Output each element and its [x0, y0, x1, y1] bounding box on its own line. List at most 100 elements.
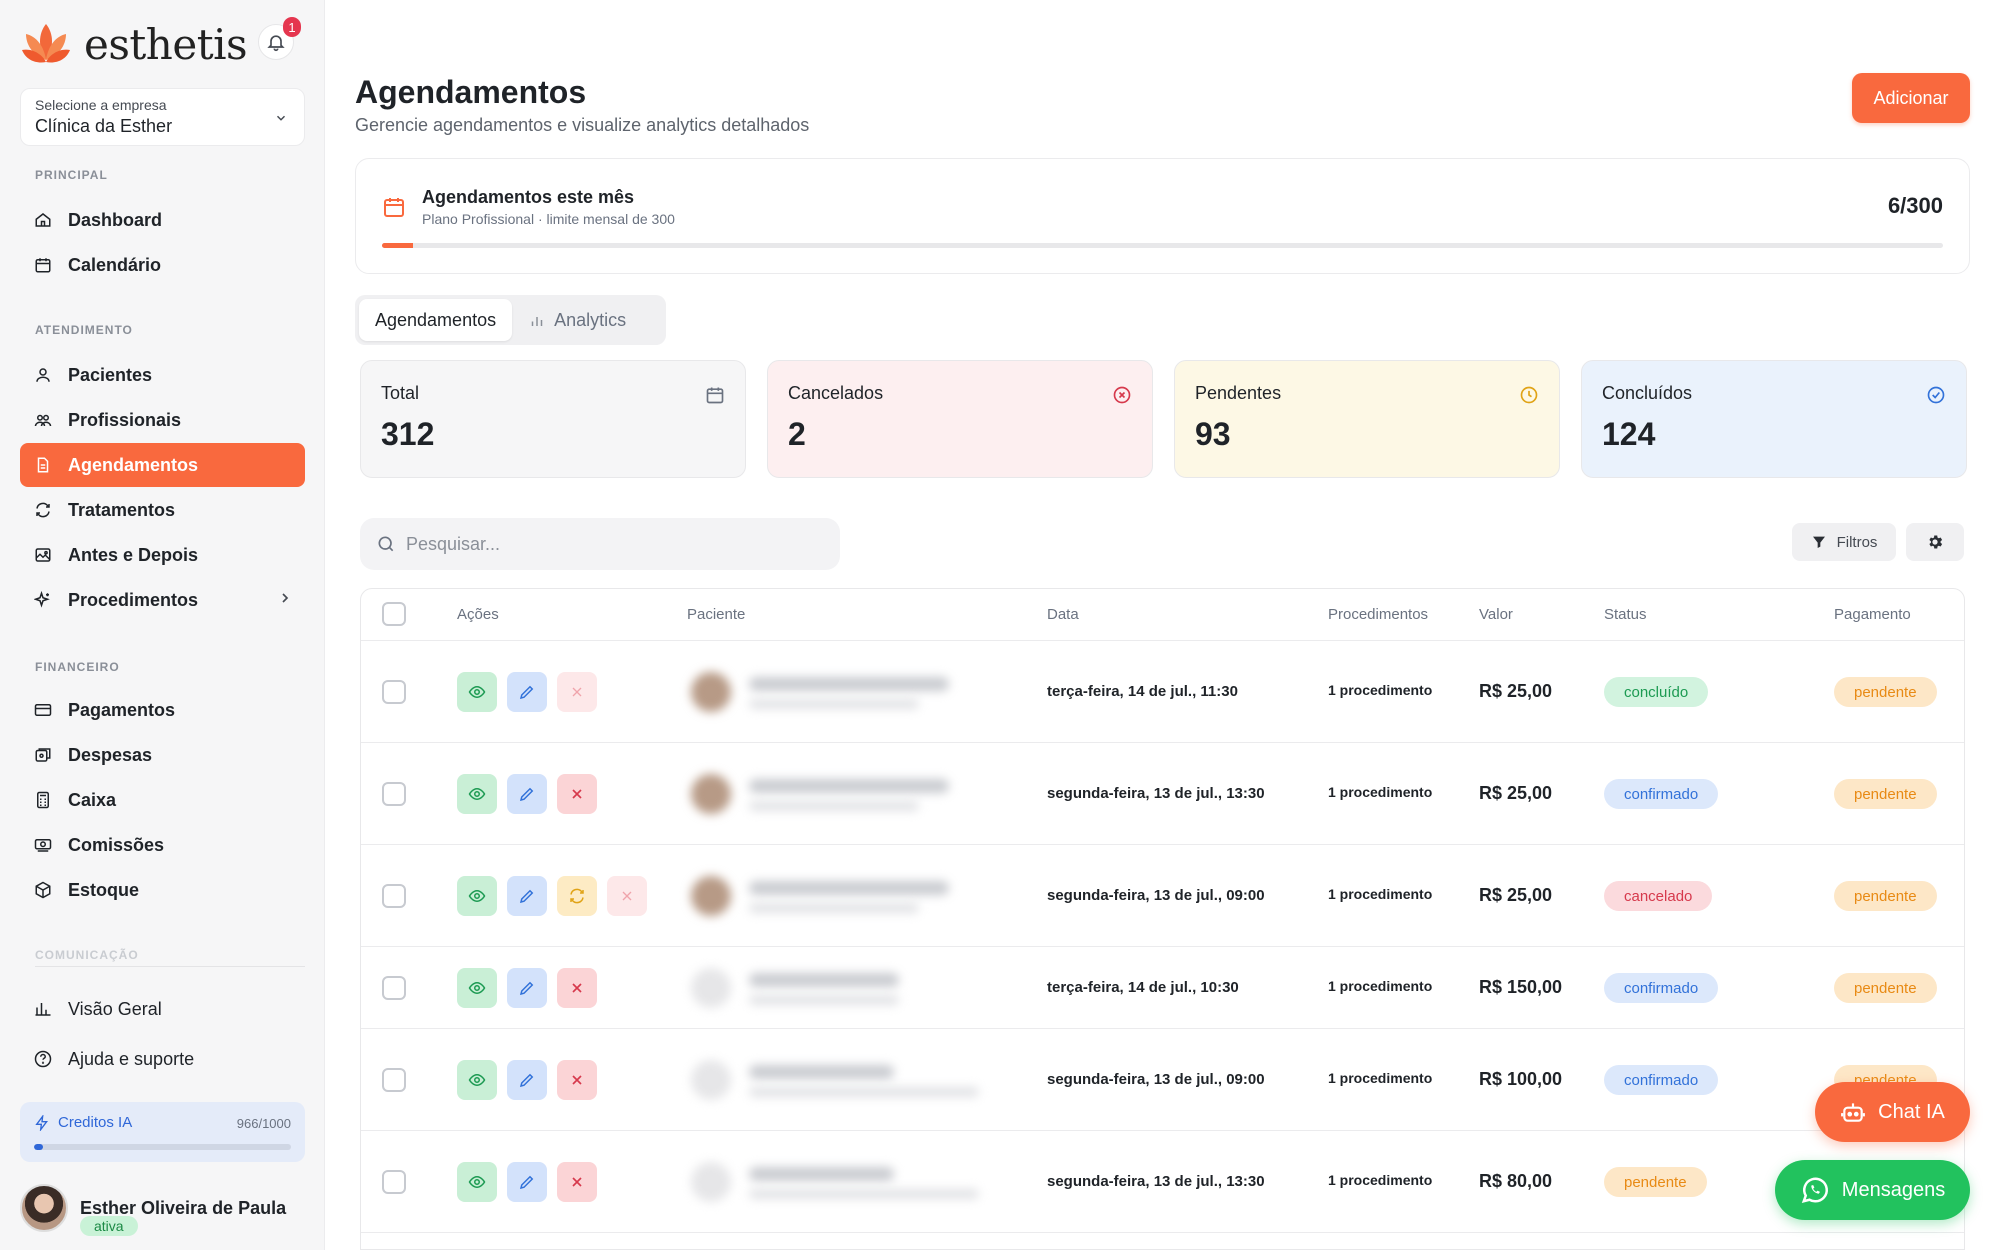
messages-button[interactable]: Mensagens: [1775, 1160, 1970, 1220]
edit-button[interactable]: [507, 774, 547, 814]
view-button[interactable]: [457, 774, 497, 814]
sidebar-item-estoque[interactable]: Estoque: [20, 868, 305, 912]
sidebar-item-tratamentos[interactable]: Tratamentos: [20, 488, 305, 532]
cancel-button[interactable]: [557, 1060, 597, 1100]
patient-avatar: [691, 1162, 731, 1202]
appointment-value: R$ 100,00: [1479, 1069, 1563, 1089]
cancel-button[interactable]: [607, 876, 647, 916]
edit-button[interactable]: [507, 876, 547, 916]
edit-button[interactable]: [507, 968, 547, 1008]
appointment-procedures: 1 procedimento: [1328, 978, 1433, 994]
chat-ia-button[interactable]: Chat IA: [1815, 1082, 1970, 1142]
sidebar-item-procedimentos[interactable]: Procedimentos: [20, 578, 305, 622]
sidebar-item-dashboard[interactable]: Dashboard: [20, 198, 305, 242]
filters-button[interactable]: Filtros: [1792, 523, 1896, 561]
section-title-financeiro: FINANCEIRO: [35, 660, 120, 674]
table-settings-button[interactable]: [1906, 523, 1964, 561]
row-checkbox[interactable]: [382, 1170, 406, 1194]
table-row[interactable]: terça-feira, 14 de jul., 10:30 1 procedi…: [361, 947, 1964, 1029]
table-row[interactable]: segunda-feira, 13 de jul., 09:00 1 proce…: [361, 1029, 1964, 1131]
stat-value: 2: [788, 416, 806, 452]
patient-detail-redacted: [749, 995, 899, 1005]
patient-avatar: [691, 1060, 731, 1100]
ai-credits[interactable]: Creditos IA 966/1000: [20, 1102, 305, 1162]
users-icon: [32, 409, 54, 431]
brand-name: esthetis: [84, 19, 248, 69]
appointment-value: R$ 80,00: [1479, 1171, 1553, 1191]
brand[interactable]: esthetis: [20, 18, 248, 70]
gear-icon: [1929, 535, 1943, 549]
cancel-button[interactable]: [557, 774, 597, 814]
search-input[interactable]: [406, 533, 806, 555]
table-row[interactable]: segunda-feira, 13 de jul., 09:00 1 proce…: [361, 845, 1964, 947]
view-button[interactable]: [457, 968, 497, 1008]
quota-title: Agendamentos este mês: [422, 187, 635, 207]
sidebar-item-comissoes[interactable]: Comissões: [20, 823, 305, 867]
column-header-data[interactable]: Data: [1047, 606, 1079, 623]
eye-icon: [468, 685, 486, 699]
column-header-pagamento[interactable]: Pagamento: [1834, 606, 1911, 623]
table-row[interactable]: segunda-feira, 13 de jul., 13:30 1 proce…: [361, 1131, 1964, 1233]
sidebar-item-ajuda[interactable]: Ajuda e suporte: [20, 1037, 305, 1081]
reschedule-button[interactable]: [557, 876, 597, 916]
eye-icon: [468, 1175, 486, 1189]
row-checkbox[interactable]: [382, 884, 406, 908]
edit-button[interactable]: [507, 1060, 547, 1100]
sidebar-item-despesas[interactable]: Despesas: [20, 733, 305, 777]
row-checkbox[interactable]: [382, 1068, 406, 1092]
column-header-paciente[interactable]: Paciente: [687, 606, 745, 623]
avatar: [20, 1184, 68, 1232]
ai-credits-progress-fill: [34, 1144, 43, 1150]
search-icon: [378, 536, 394, 552]
sidebar-item-agendamentos[interactable]: Agendamentos: [20, 443, 305, 487]
cancel-button[interactable]: [557, 1162, 597, 1202]
box-icon: [32, 879, 54, 901]
sidebar-item-antes-e-depois[interactable]: Antes e Depois: [20, 533, 305, 577]
table-row[interactable]: segunda-feira, 13 de jul., 13:30 1 proce…: [361, 743, 1964, 845]
sidebar-item-profissionais[interactable]: Profissionais: [20, 398, 305, 442]
row-checkbox[interactable]: [382, 680, 406, 704]
user-profile[interactable]: Esther Oliveira de Paula ativa: [20, 1180, 305, 1236]
select-all-checkbox[interactable]: [382, 602, 406, 626]
patient-detail-redacted: [749, 699, 919, 709]
sidebar-item-pacientes[interactable]: Pacientes: [20, 353, 305, 397]
appointment-procedures: 1 procedimento: [1328, 784, 1433, 800]
appointment-date: segunda-feira, 13 de jul., 13:30: [1047, 785, 1265, 802]
tab-agendamentos[interactable]: Agendamentos: [359, 299, 513, 341]
view-button[interactable]: [457, 876, 497, 916]
cancel-button[interactable]: [557, 672, 597, 712]
edit-button[interactable]: [507, 1162, 547, 1202]
row-checkbox[interactable]: [382, 782, 406, 806]
sidebar-item-calendario[interactable]: Calendário: [20, 243, 305, 287]
payment-badge: pendente: [1834, 779, 1937, 809]
pencil-icon: [519, 685, 534, 700]
cancel-button[interactable]: [557, 968, 597, 1008]
row-checkbox[interactable]: [382, 976, 406, 1000]
patient-name-redacted: [749, 973, 899, 987]
stat-label: Cancelados: [788, 383, 884, 403]
quota-subtitle: Plano Profissional · limite mensal de 30…: [422, 211, 675, 227]
add-button[interactable]: Adicionar: [1852, 73, 1970, 123]
sidebar-item-visao-geral[interactable]: Visão Geral: [20, 987, 305, 1031]
column-header-valor[interactable]: Valor: [1479, 606, 1513, 623]
bell-icon: [267, 35, 285, 52]
sidebar-item-pagamentos[interactable]: Pagamentos: [20, 688, 305, 732]
view-button[interactable]: [457, 1060, 497, 1100]
column-header-procedimentos[interactable]: Procedimentos: [1328, 606, 1428, 623]
status-badge: confirmado: [1604, 779, 1719, 809]
column-header-status[interactable]: Status: [1604, 606, 1647, 623]
column-header-acoes: Ações: [457, 606, 499, 623]
tab-analytics[interactable]: Analytics: [512, 299, 642, 341]
view-button[interactable]: [457, 1162, 497, 1202]
view-button[interactable]: [457, 672, 497, 712]
close-icon: [572, 1177, 582, 1187]
filter-icon: [1812, 536, 1825, 548]
company-select[interactable]: Selecione a empresa Clínica da Esther: [20, 88, 305, 146]
edit-button[interactable]: [507, 672, 547, 712]
sidebar-item-caixa[interactable]: Caixa: [20, 778, 305, 822]
section-title-comunicacao: COMUNICAÇÃO: [35, 948, 139, 962]
table-row[interactable]: terça-feira, 14 de jul., 11:30 1 procedi…: [361, 641, 1964, 743]
credit-card-icon: [32, 699, 54, 721]
appointment-date: segunda-feira, 13 de jul., 13:30: [1047, 1173, 1265, 1190]
notifications-button[interactable]: 1: [258, 17, 301, 60]
